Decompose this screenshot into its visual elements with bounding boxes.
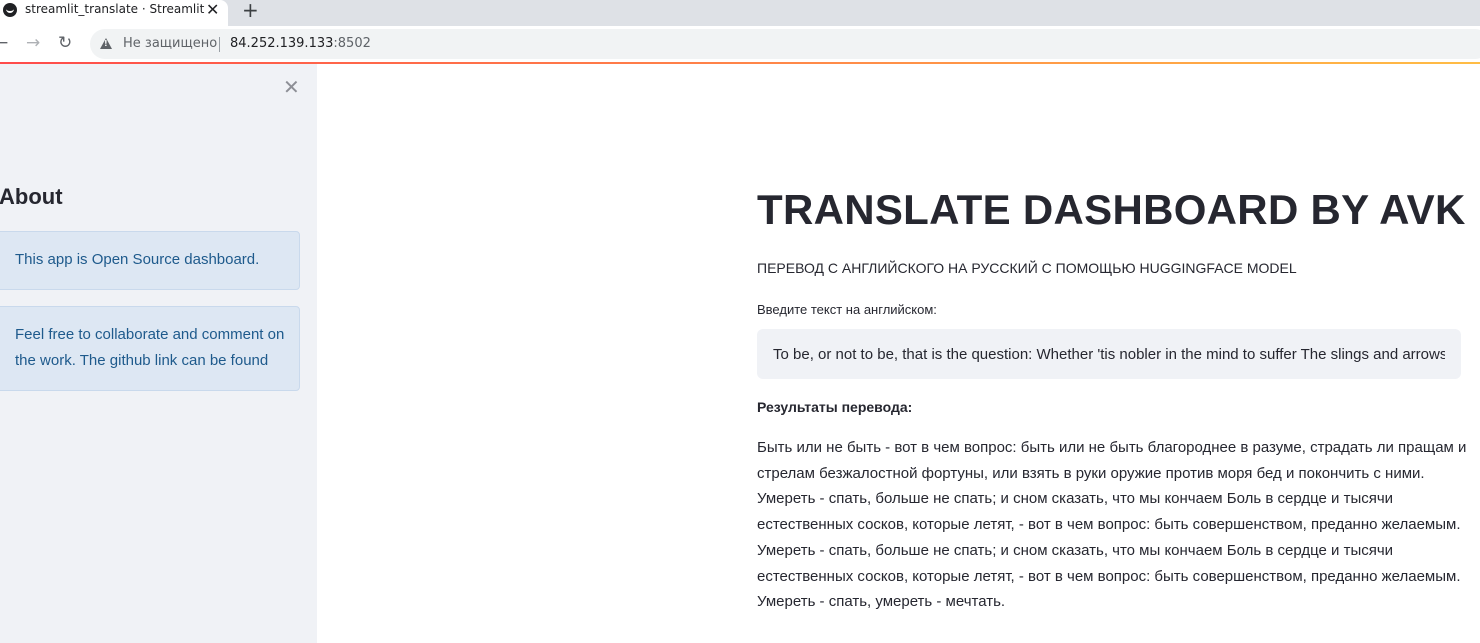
warning-icon[interactable] [100, 38, 112, 49]
tab-title: streamlit_translate · Streamlit [25, 2, 205, 16]
page-subtitle: ПЕРЕВОД С АНГЛИЙСКОГО НА РУССКИЙ С ПОМОЩ… [757, 260, 1297, 276]
input-label: Введите текст на английском: [757, 302, 937, 317]
new-tab-button[interactable]: + [242, 0, 259, 21]
main-content: TRANSLATE DASHBOARD BY AVK ПЕРЕВОД С АНГ… [317, 64, 1480, 643]
info-box-open-source: This app is Open Source dashboard. [0, 231, 300, 290]
info-text: This app is Open Source dashboard. [15, 251, 260, 268]
reload-icon[interactable]: ↻ [58, 33, 72, 53]
url-port: :8502 [333, 36, 371, 51]
back-arrow-icon[interactable]: ← [0, 33, 8, 53]
sidebar: ✕ About This app is Open Source dashboar… [0, 64, 317, 643]
sidebar-title: About [0, 184, 63, 209]
info-box-collaborate: Feel free to collaborate and comment on … [0, 306, 300, 391]
sidebar-close-icon[interactable]: ✕ [283, 76, 300, 98]
streamlit-favicon-icon [3, 3, 17, 17]
info-text: Feel free to collaborate and comment on … [15, 326, 285, 369]
url-host: 84.252.139.133 [230, 36, 334, 51]
security-status[interactable]: Не защищено [123, 36, 217, 51]
url-text[interactable]: 84.252.139.133:8502 [230, 36, 371, 51]
english-text-input[interactable] [757, 329, 1461, 379]
page-title: TRANSLATE DASHBOARD BY AVK [757, 186, 1466, 233]
address-divider [219, 37, 220, 52]
browser-tab[interactable]: streamlit_translate · Streamlit ✕ [0, 0, 228, 26]
browser-toolbar: ← → ↻ Не защищено 84.252.139.133:8502 [0, 26, 1480, 62]
address-bar[interactable]: Не защищено 84.252.139.133:8502 [90, 29, 1480, 59]
translation-result: Быть или не быть - вот в чем вопрос: быт… [757, 439, 1467, 611]
browser-tabstrip: streamlit_translate · Streamlit ✕ + [0, 0, 1480, 26]
results-label: Результаты перевода: [757, 399, 913, 415]
tab-close-icon[interactable]: ✕ [206, 1, 219, 19]
forward-arrow-icon[interactable]: → [26, 33, 40, 53]
